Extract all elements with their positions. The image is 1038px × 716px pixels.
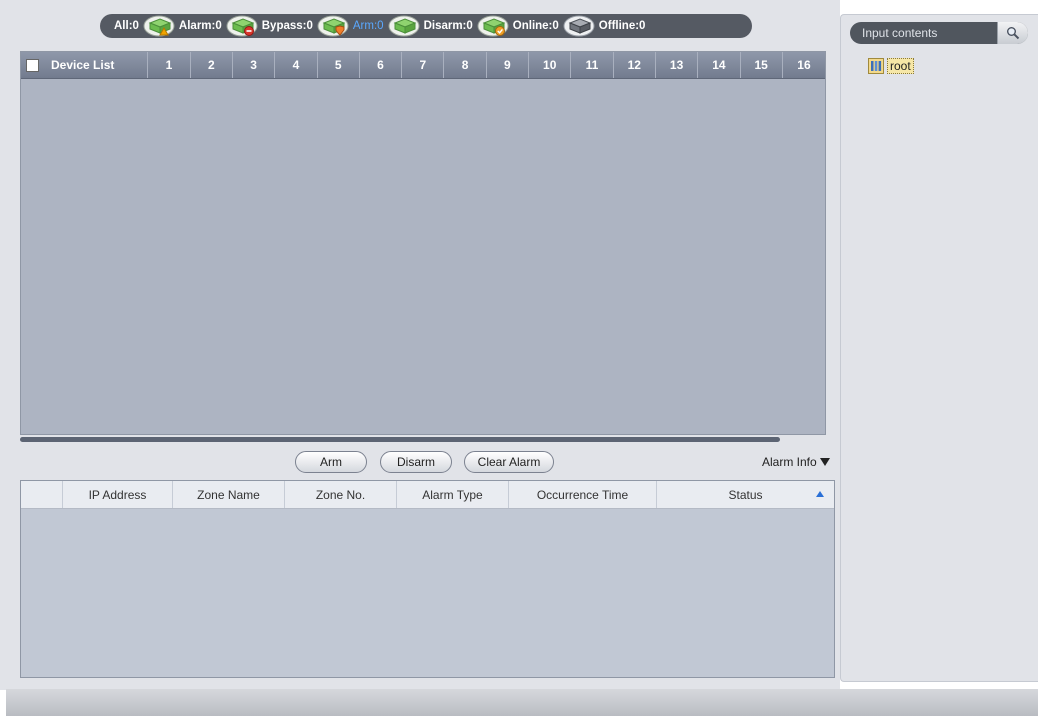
- channel-header-3: 3: [233, 52, 276, 78]
- alarm-table-header: IP Address Zone Name Zone No. Alarm Type…: [21, 481, 834, 509]
- tree-node-root[interactable]: root: [868, 58, 914, 74]
- channel-header-15: 15: [741, 52, 783, 78]
- filter-alarm[interactable]: Alarm:0: [179, 15, 258, 37]
- channel-header-13: 13: [656, 52, 699, 78]
- offline-device-icon: [563, 15, 595, 37]
- arm-button[interactable]: Arm: [295, 451, 367, 473]
- alarm-col-alarm-type[interactable]: Alarm Type: [397, 481, 509, 508]
- device-list-label: Device List: [51, 58, 115, 72]
- filter-bypass-label: Bypass:0: [261, 20, 313, 32]
- channel-header-12: 12: [614, 52, 656, 78]
- horizontal-scrollbar[interactable]: [20, 437, 780, 442]
- disarm-device-icon: [388, 15, 420, 37]
- clear-alarm-button[interactable]: Clear Alarm: [464, 451, 554, 473]
- channel-header-2: 2: [191, 52, 233, 78]
- channel-header-5: 5: [318, 52, 360, 78]
- filter-offline[interactable]: Offline:0: [599, 20, 646, 32]
- alarm-table: IP Address Zone Name Zone No. Alarm Type…: [20, 480, 835, 678]
- alarm-col-status-label: Status: [728, 487, 763, 502]
- arm-device-icon: [317, 15, 349, 37]
- tree-search-input[interactable]: [850, 22, 998, 44]
- channel-header-11: 11: [571, 52, 614, 78]
- filter-offline-label: Offline:0: [598, 20, 646, 32]
- status-filter-bar: All:0 Alarm:0 Bypass:0 Arm:0 Disarm:0 On…: [100, 14, 752, 38]
- filter-online[interactable]: Online:0: [513, 15, 595, 37]
- channel-header-14: 14: [698, 52, 741, 78]
- device-tree-panel: root: [840, 14, 1038, 682]
- disarm-button[interactable]: Disarm: [380, 451, 452, 473]
- channel-header-1: 1: [148, 52, 191, 78]
- alarm-col-status[interactable]: Status: [657, 481, 834, 508]
- alarm-info-toggle[interactable]: Alarm Info: [762, 455, 830, 469]
- bypass-device-icon: [226, 15, 258, 37]
- alarm-col-select[interactable]: [21, 481, 63, 508]
- channel-header-16: 16: [797, 58, 811, 72]
- device-list-grid: Device List 1 2 3 4 5 6 7 8 9 10 11 12 1…: [20, 51, 826, 435]
- tree-node-root-label: root: [887, 58, 914, 74]
- search-icon: [1007, 27, 1020, 40]
- filter-alarm-label: Alarm:0: [178, 20, 222, 32]
- filter-arm[interactable]: Arm:0: [353, 15, 420, 37]
- alarm-col-ip-address[interactable]: IP Address: [63, 481, 173, 508]
- alarm-col-zone-no[interactable]: Zone No.: [285, 481, 397, 508]
- filter-disarm[interactable]: Disarm:0: [424, 15, 509, 37]
- channel-header-7: 7: [402, 52, 445, 78]
- alarm-info-label: Alarm Info: [762, 455, 817, 469]
- device-group-icon: [868, 58, 884, 74]
- channel-header-10: 10: [529, 52, 572, 78]
- online-device-icon: [477, 15, 509, 37]
- alarm-col-zone-name[interactable]: Zone Name: [173, 481, 285, 508]
- select-all-checkbox[interactable]: [26, 58, 39, 72]
- channel-header-6: 6: [360, 52, 403, 78]
- filter-all-label: All:0: [114, 20, 139, 32]
- channel-header-8: 8: [444, 52, 487, 78]
- bottom-status-bar: [6, 689, 1038, 716]
- tree-search-box: [850, 22, 1028, 44]
- alarm-device-icon: [143, 15, 175, 37]
- filter-all[interactable]: All:0: [114, 15, 175, 37]
- triangle-down-icon: [819, 458, 830, 466]
- device-grid-header: Device List 1 2 3 4 5 6 7 8 9 10 11 12 1…: [21, 52, 825, 79]
- search-button[interactable]: [997, 22, 1028, 44]
- device-list-header: Device List: [21, 52, 149, 78]
- filter-online-label: Online:0: [512, 20, 559, 32]
- filter-disarm-label: Disarm:0: [423, 20, 473, 32]
- channel-header-9: 9: [487, 52, 530, 78]
- sort-ascending-icon: [816, 491, 824, 497]
- filter-arm-label: Arm:0: [352, 20, 384, 32]
- filter-bypass[interactable]: Bypass:0: [262, 15, 349, 37]
- channel-header-4: 4: [275, 52, 318, 78]
- alarm-col-occurrence-time[interactable]: Occurrence Time: [509, 481, 657, 508]
